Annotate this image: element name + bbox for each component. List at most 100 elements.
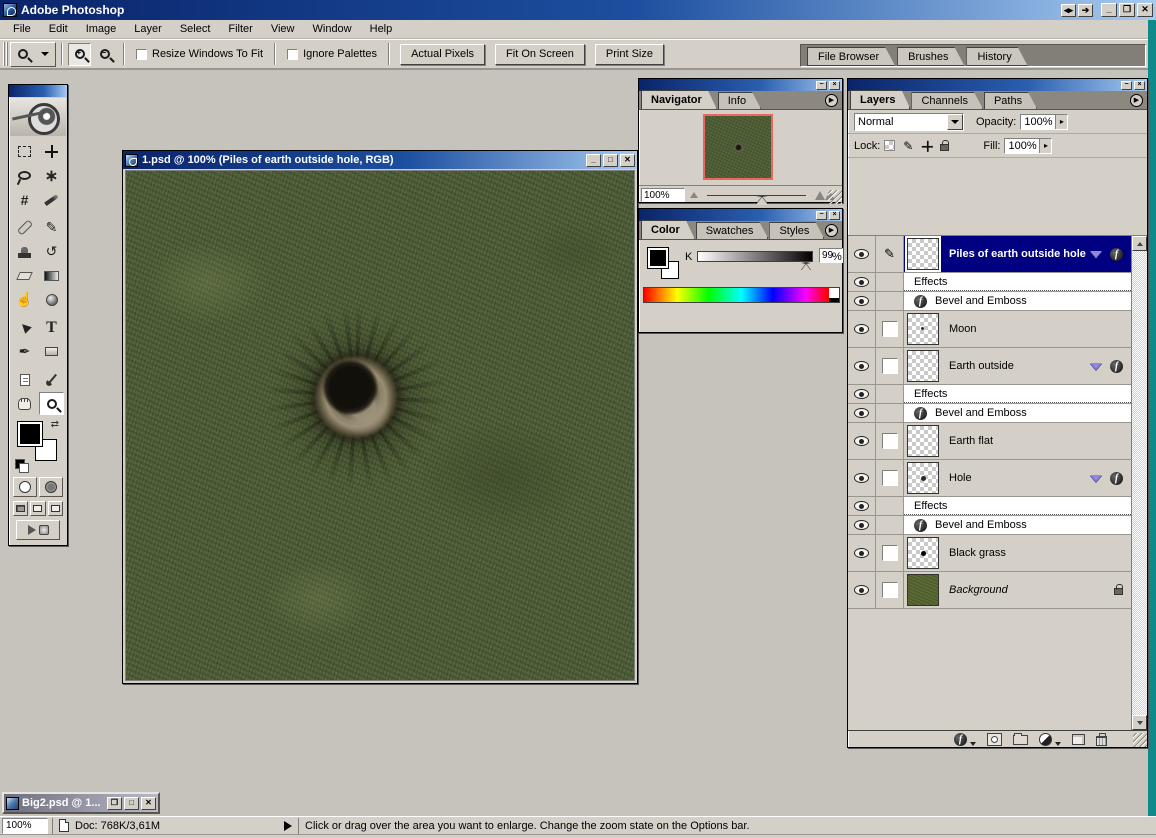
- standard-mode-button[interactable]: [13, 477, 37, 497]
- tab-layers[interactable]: Layers: [850, 90, 910, 109]
- visibility-eye-icon[interactable]: [854, 324, 869, 334]
- scroll-up-button[interactable]: [1132, 236, 1147, 251]
- eraser-tool[interactable]: [12, 264, 37, 287]
- color-titlebar[interactable]: − ×: [639, 209, 842, 221]
- visibility-eye-icon[interactable]: [854, 296, 869, 306]
- fill-arrow-button[interactable]: ▸: [1039, 139, 1051, 153]
- options-drag-handle[interactable]: [3, 42, 8, 66]
- foreground-color-swatch[interactable]: [647, 247, 669, 269]
- fullscreen-button[interactable]: [48, 501, 63, 516]
- tool-preset-picker[interactable]: [10, 42, 56, 67]
- opacity-arrow-button[interactable]: ▸: [1055, 115, 1067, 129]
- status-zoom-input[interactable]: [2, 818, 48, 834]
- tab-file-browser[interactable]: File Browser: [807, 47, 895, 66]
- palette-minimize-button[interactable]: −: [816, 211, 827, 220]
- opacity-field[interactable]: 100% ▸: [1020, 114, 1068, 130]
- effects-expand-icon[interactable]: [1090, 475, 1102, 482]
- slice-tool[interactable]: [39, 188, 64, 211]
- zoom-out-mountain-icon[interactable]: [690, 192, 698, 198]
- palette-minimize-button[interactable]: −: [816, 81, 827, 90]
- canvas-grass[interactable]: [125, 170, 635, 681]
- foreground-color-swatch[interactable]: [17, 421, 43, 447]
- tab-swatches[interactable]: Swatches: [696, 222, 769, 239]
- tab-info[interactable]: Info: [718, 92, 761, 109]
- layer-row[interactable]: Background: [848, 572, 1131, 609]
- doc-restore-button[interactable]: ❐: [107, 797, 122, 810]
- visibility-eye-icon[interactable]: [854, 473, 869, 483]
- move-tool[interactable]: [39, 140, 64, 163]
- add-layer-mask-button[interactable]: [987, 733, 1002, 746]
- hand-tool[interactable]: [12, 392, 37, 415]
- resize-grip[interactable]: [828, 190, 842, 204]
- visibility-eye-icon[interactable]: [854, 361, 869, 371]
- path-select-tool[interactable]: ▶: [12, 316, 37, 339]
- layer-thumbnail[interactable]: [907, 537, 939, 569]
- fill-field[interactable]: 100% ▸: [1004, 138, 1052, 154]
- status-menu-arrow-icon[interactable]: [284, 821, 292, 831]
- layer-row[interactable]: Black grass: [848, 535, 1131, 572]
- layer-name[interactable]: Earth outside: [949, 360, 1014, 372]
- swap-colors-icon[interactable]: ⇄: [51, 419, 59, 430]
- doc-maximize-button[interactable]: □: [603, 154, 618, 167]
- standard-screen-button[interactable]: [13, 501, 28, 516]
- menu-filter[interactable]: Filter: [219, 20, 261, 38]
- lock-image-icon[interactable]: ✎: [903, 139, 913, 153]
- layers-scrollbar[interactable]: [1131, 236, 1147, 730]
- new-layer-set-button[interactable]: [1013, 735, 1028, 745]
- navigator-zoom-slider[interactable]: [707, 195, 806, 196]
- layer-thumbnail[interactable]: [907, 425, 939, 457]
- layer-style-icon[interactable]: f: [1110, 472, 1123, 485]
- layer-name[interactable]: Hole: [949, 472, 972, 484]
- layer-name[interactable]: Moon: [949, 323, 977, 335]
- menu-layer[interactable]: Layer: [125, 20, 171, 38]
- layer-row[interactable]: Hole f: [848, 460, 1131, 497]
- adobe-eye-logo[interactable]: [10, 98, 66, 136]
- k-gradient-slider[interactable]: [697, 251, 813, 262]
- window-arrows-button[interactable]: ◂▸: [1061, 4, 1076, 17]
- menu-edit[interactable]: Edit: [40, 20, 77, 38]
- k-slider-thumb[interactable]: [801, 263, 811, 271]
- tab-brushes[interactable]: Brushes: [897, 47, 964, 66]
- layer-style-icon[interactable]: f: [1110, 360, 1123, 373]
- lock-all-icon[interactable]: [940, 144, 949, 151]
- fullscreen-menubar-button[interactable]: [30, 501, 45, 516]
- layer-style-icon[interactable]: f: [1110, 248, 1123, 261]
- layer-row[interactable]: Moon: [848, 311, 1131, 348]
- layer-name[interactable]: Background: [949, 584, 1008, 596]
- style-row[interactable]: fBevel and Emboss: [848, 292, 1131, 311]
- print-size-button[interactable]: Print Size: [595, 44, 664, 65]
- tab-color[interactable]: Color: [641, 220, 695, 239]
- palette-menu-button[interactable]: ▶: [825, 94, 838, 107]
- close-button[interactable]: ✕: [1137, 3, 1153, 17]
- menu-help[interactable]: Help: [361, 20, 402, 38]
- eyedropper-tool[interactable]: [39, 368, 64, 391]
- layers-titlebar[interactable]: − ×: [848, 79, 1147, 91]
- visibility-eye-icon[interactable]: [854, 389, 869, 399]
- restore-button[interactable]: ❐: [1119, 3, 1135, 17]
- layer-thumbnail[interactable]: [907, 462, 939, 494]
- quick-mask-button[interactable]: [39, 477, 63, 497]
- lock-transparency-icon[interactable]: [884, 140, 895, 151]
- brush-tool[interactable]: ✎: [39, 216, 64, 239]
- gradient-tool[interactable]: [39, 264, 64, 287]
- palette-menu-button[interactable]: ▶: [1130, 94, 1143, 107]
- lock-position-icon[interactable]: [922, 141, 931, 150]
- style-row[interactable]: fBevel and Emboss: [848, 404, 1131, 423]
- smudge-tool[interactable]: ☝: [12, 288, 37, 311]
- visibility-eye-icon[interactable]: [854, 520, 869, 530]
- delete-layer-button[interactable]: [1096, 736, 1107, 746]
- menu-view[interactable]: View: [262, 20, 304, 38]
- color-spectrum-ramp[interactable]: [643, 287, 840, 303]
- effects-row[interactable]: Effects: [848, 385, 1131, 404]
- zoom-out-button[interactable]: −: [93, 43, 116, 66]
- layer-name[interactable]: Black grass: [949, 547, 1006, 559]
- document-titlebar[interactable]: 1.psd @ 100% (Piles of earth outside hol…: [123, 151, 637, 169]
- tab-navigator[interactable]: Navigator: [641, 90, 717, 109]
- healing-brush-tool[interactable]: [12, 216, 37, 239]
- scroll-down-button[interactable]: [1132, 715, 1147, 730]
- adjustment-layer-button[interactable]: [1039, 733, 1052, 746]
- add-layer-style-button[interactable]: f: [954, 733, 967, 746]
- link-slot[interactable]: [882, 321, 898, 337]
- navigator-zoom-input[interactable]: [641, 188, 685, 202]
- jump-to-imageready-button[interactable]: [16, 520, 60, 540]
